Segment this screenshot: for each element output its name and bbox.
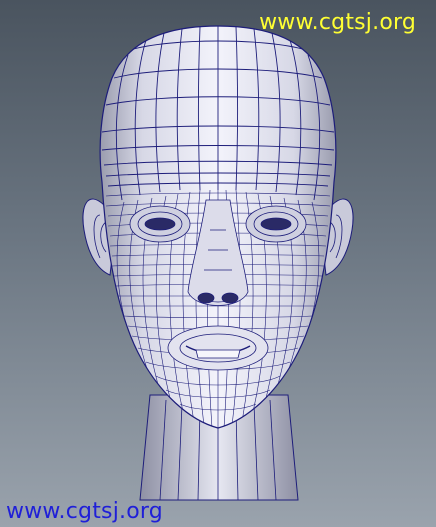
watermark-bottom: www.cgtsj.org: [6, 499, 163, 524]
left-eye-loops: [129, 205, 191, 243]
mouth-loops: [167, 325, 269, 371]
watermark-top: www.cgtsj.org: [259, 10, 416, 35]
face-mesh: [99, 25, 337, 429]
right-eye-loops: [245, 205, 307, 243]
head-wireframe-mesh: [82, 25, 354, 501]
3d-viewport[interactable]: www.cgtsj.org www.cgtsj.org: [0, 0, 436, 527]
